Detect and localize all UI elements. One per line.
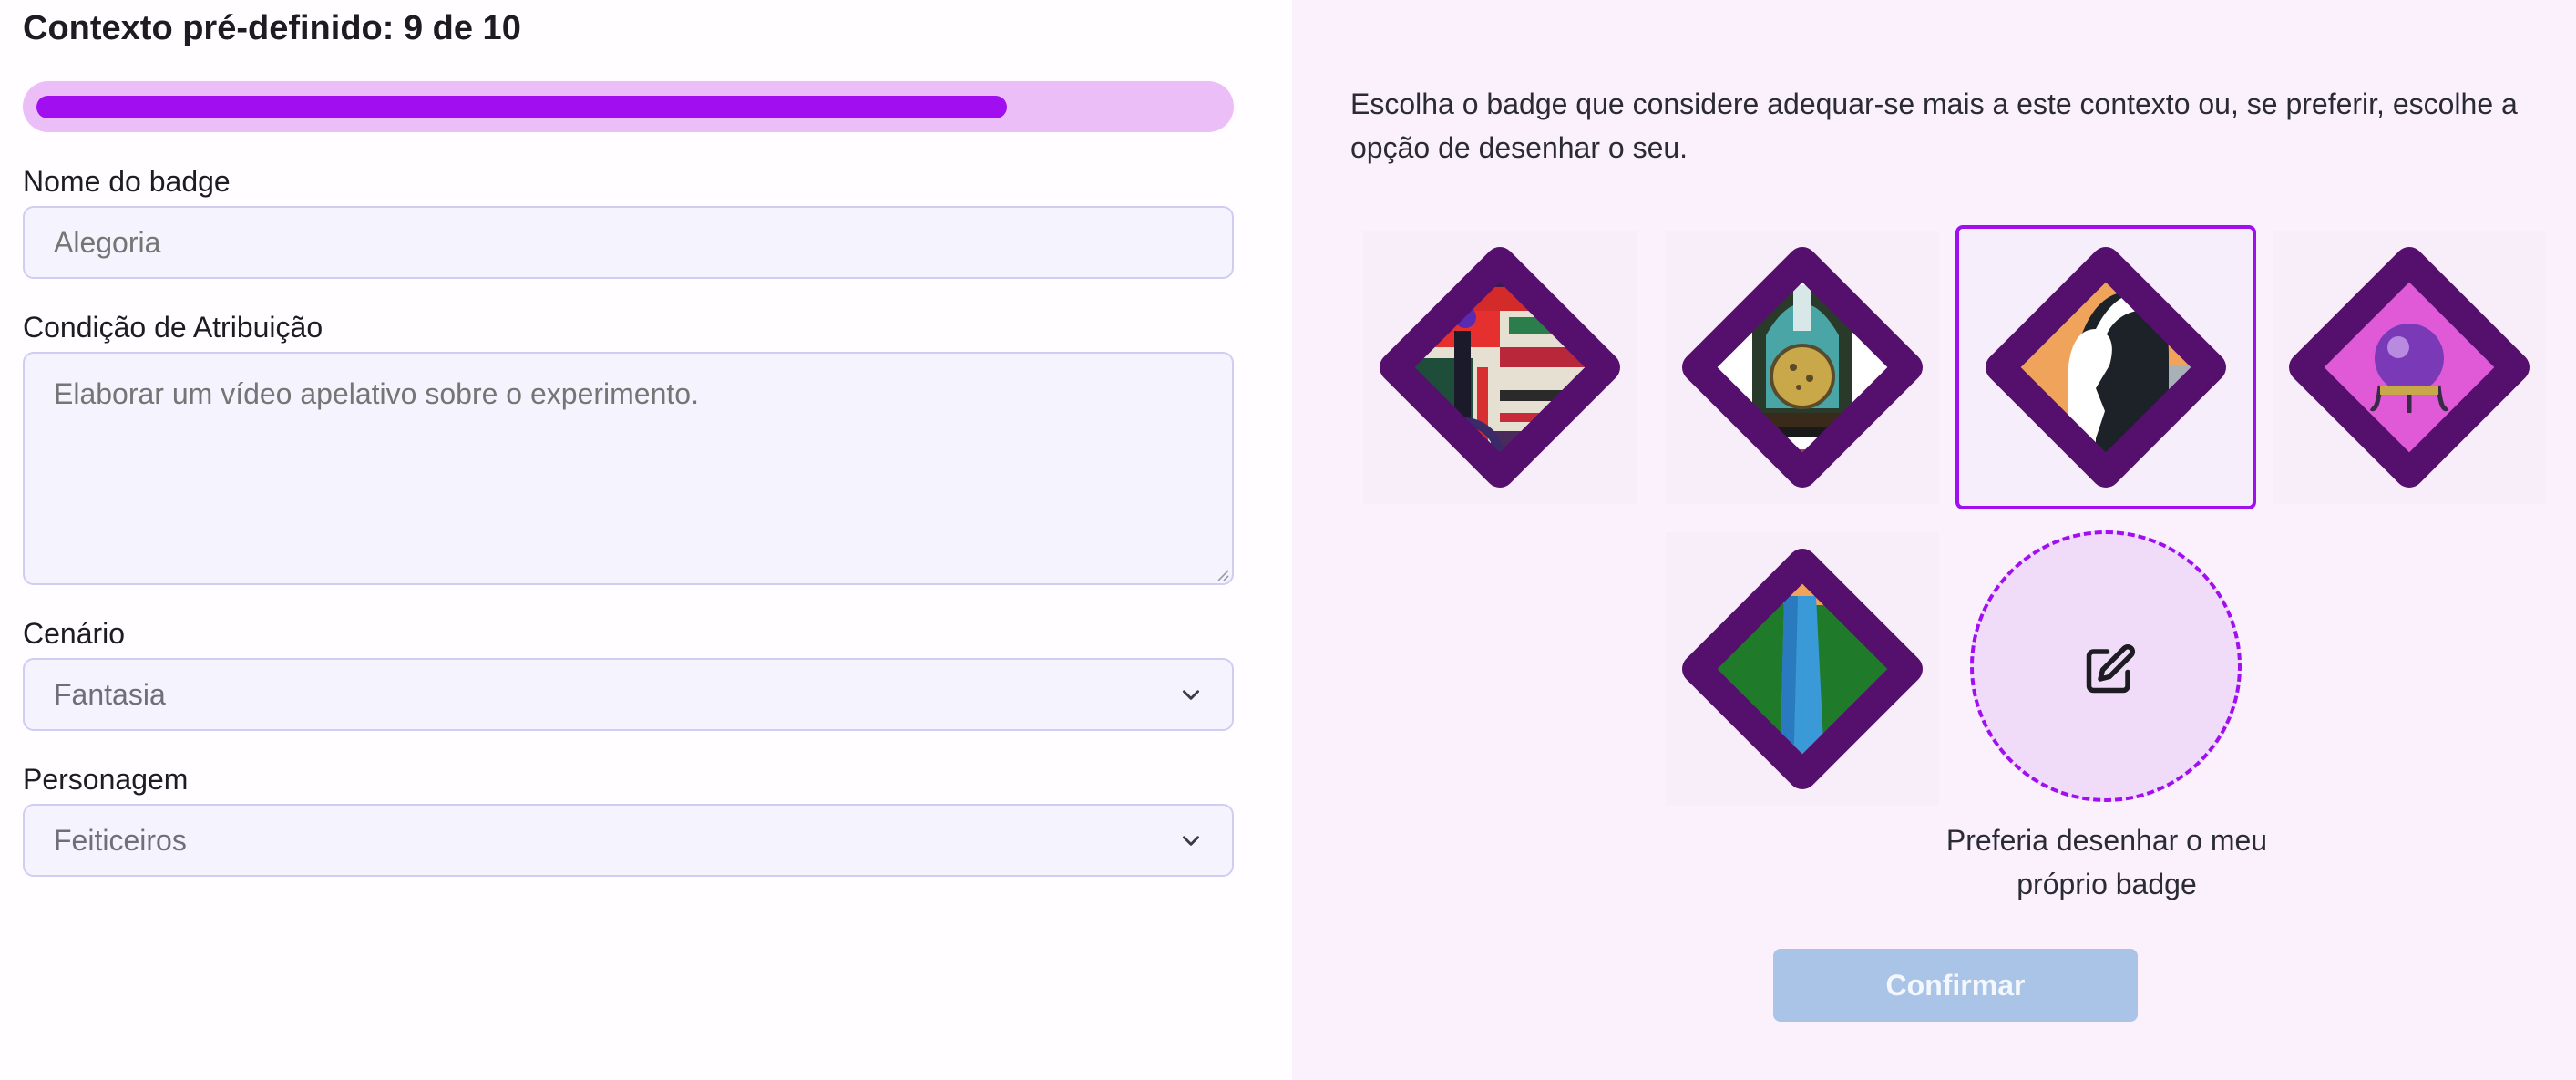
condition-label: Condição de Atribuição xyxy=(23,311,323,344)
badge-name-label: Nome do badge xyxy=(23,165,231,198)
badge-option-abstract[interactable] xyxy=(1363,231,1637,504)
scenario-value: Fantasia xyxy=(54,677,166,711)
character-label: Personagem xyxy=(23,763,189,796)
form-panel: Contexto pré-definido: 9 de 10 Nome do b… xyxy=(0,0,1292,1080)
draw-own-badge-label: Preferia desenhar o meu próprio badge xyxy=(1945,824,2268,900)
page-title: Contexto pré-definido: 9 de 10 xyxy=(23,9,521,47)
character-select[interactable]: Feiticeiros xyxy=(23,804,1234,877)
badge-option-potion[interactable] xyxy=(1666,231,1939,504)
draw-own-badge-option[interactable] xyxy=(1970,530,2242,802)
scenario-select[interactable]: Fantasia xyxy=(23,658,1234,731)
badge-option-forest[interactable] xyxy=(1666,532,1939,806)
badge-option-crystal-ball[interactable] xyxy=(2273,231,2546,504)
badge-option-hooded[interactable] xyxy=(1955,225,2256,509)
scenario-label: Cenário xyxy=(23,617,126,650)
crystal-ball-badge-icon xyxy=(2289,247,2530,488)
progress-fill xyxy=(36,96,1007,118)
badge-name-input[interactable] xyxy=(23,206,1234,279)
hooded-figure-badge-icon xyxy=(1986,247,2226,488)
progress-bar xyxy=(23,81,1234,132)
confirm-button[interactable]: Confirmar xyxy=(1773,949,2138,1022)
chevron-down-icon xyxy=(1183,836,1199,846)
abstract-badge-icon xyxy=(1380,247,1620,488)
condition-textarea[interactable] xyxy=(23,352,1234,585)
forest-badge-icon xyxy=(1682,549,1923,789)
potion-badge-icon xyxy=(1682,247,1923,488)
badge-instructions: Escolha o badge que considere adequar-se… xyxy=(1350,87,2518,164)
edit-icon xyxy=(2086,643,2136,694)
character-value: Feiticeiros xyxy=(54,823,187,857)
resize-grip-icon[interactable] xyxy=(1215,567,1229,581)
chevron-down-icon xyxy=(1183,690,1199,700)
